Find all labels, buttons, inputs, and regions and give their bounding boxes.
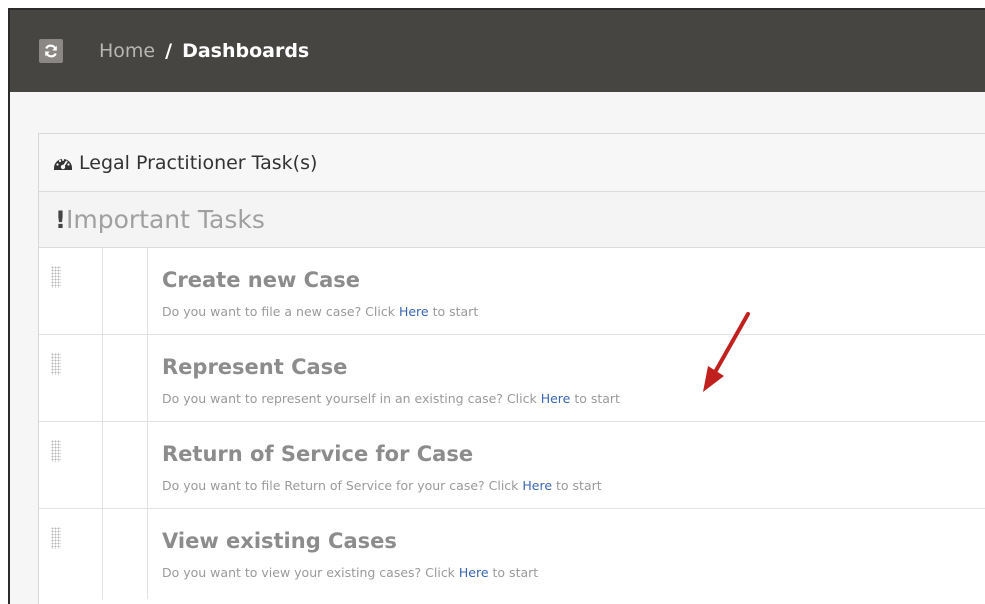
here-link[interactable]: Here: [541, 391, 571, 406]
task-row-spacer: [103, 509, 148, 599]
task-description: Do you want to view your existing cases?…: [162, 565, 538, 580]
task-desc-suffix: to start: [428, 304, 479, 319]
task-row-spacer: [103, 335, 148, 421]
task-row: Return of Service for Case Do you want t…: [39, 422, 985, 509]
task-content: Create new Case Do you want to file a ne…: [148, 248, 985, 334]
drag-handle-icon[interactable]: [51, 266, 61, 288]
task-desc-text: Do you want to represent yourself in an …: [162, 391, 541, 406]
app-window: Home / Dashboards Legal Practitioner Tas…: [8, 8, 985, 604]
drag-handle-cell[interactable]: [39, 335, 103, 421]
here-link[interactable]: Here: [399, 304, 429, 319]
section-header: ! Important Tasks: [39, 192, 985, 248]
task-title: Represent Case: [162, 355, 348, 379]
task-row-spacer: [103, 422, 148, 508]
breadcrumb: Home / Dashboards: [99, 38, 309, 64]
breadcrumb-separator: /: [165, 40, 173, 62]
task-content: Represent Case Do you want to represent …: [148, 335, 985, 421]
task-title: Create new Case: [162, 268, 361, 292]
task-row: View existing Cases Do you want to view …: [39, 509, 985, 599]
task-desc-text: Do you want to file Return of Service fo…: [162, 478, 523, 493]
breadcrumb-home-link[interactable]: Home: [99, 40, 155, 62]
task-desc-suffix: to start: [488, 565, 539, 580]
task-content: View existing Cases Do you want to view …: [148, 509, 985, 599]
breadcrumb-current: Dashboards: [182, 40, 310, 62]
top-bar: Home / Dashboards: [10, 10, 985, 92]
drag-handle-icon[interactable]: [51, 353, 61, 375]
drag-handle-cell[interactable]: [39, 422, 103, 508]
task-description: Do you want to represent yourself in an …: [162, 391, 620, 406]
drag-handle-icon[interactable]: [51, 527, 61, 549]
task-row: Create new Case Do you want to file a ne…: [39, 248, 985, 335]
task-description: Do you want to file a new case? Click He…: [162, 304, 478, 319]
panel-title: Legal Practitioner Task(s): [79, 151, 318, 174]
task-description: Do you want to file Return of Service fo…: [162, 478, 602, 493]
task-content: Return of Service for Case Do you want t…: [148, 422, 985, 508]
section-title: Important Tasks: [66, 205, 265, 234]
task-title: View existing Cases: [162, 529, 397, 553]
task-desc-text: Do you want to file a new case? Click: [162, 304, 399, 319]
here-link[interactable]: Here: [459, 565, 489, 580]
drag-handle-icon[interactable]: [51, 440, 61, 462]
drag-handle-cell[interactable]: [39, 509, 103, 599]
task-desc-text: Do you want to view your existing cases?…: [162, 565, 459, 580]
task-row-spacer: [103, 248, 148, 334]
here-link[interactable]: Here: [522, 478, 552, 493]
refresh-button[interactable]: [39, 39, 63, 63]
task-desc-suffix: to start: [552, 478, 602, 493]
drag-handle-cell[interactable]: [39, 248, 103, 334]
task-desc-suffix: to start: [570, 391, 620, 406]
dashboard-icon: [54, 158, 72, 170]
exclamation-icon: !: [55, 205, 66, 234]
panel-header: Legal Practitioner Task(s): [39, 134, 985, 192]
refresh-icon: [45, 44, 57, 58]
task-row: Represent Case Do you want to represent …: [39, 335, 985, 422]
tasks-panel: Legal Practitioner Task(s) ! Important T…: [38, 133, 985, 604]
task-title: Return of Service for Case: [162, 442, 474, 466]
